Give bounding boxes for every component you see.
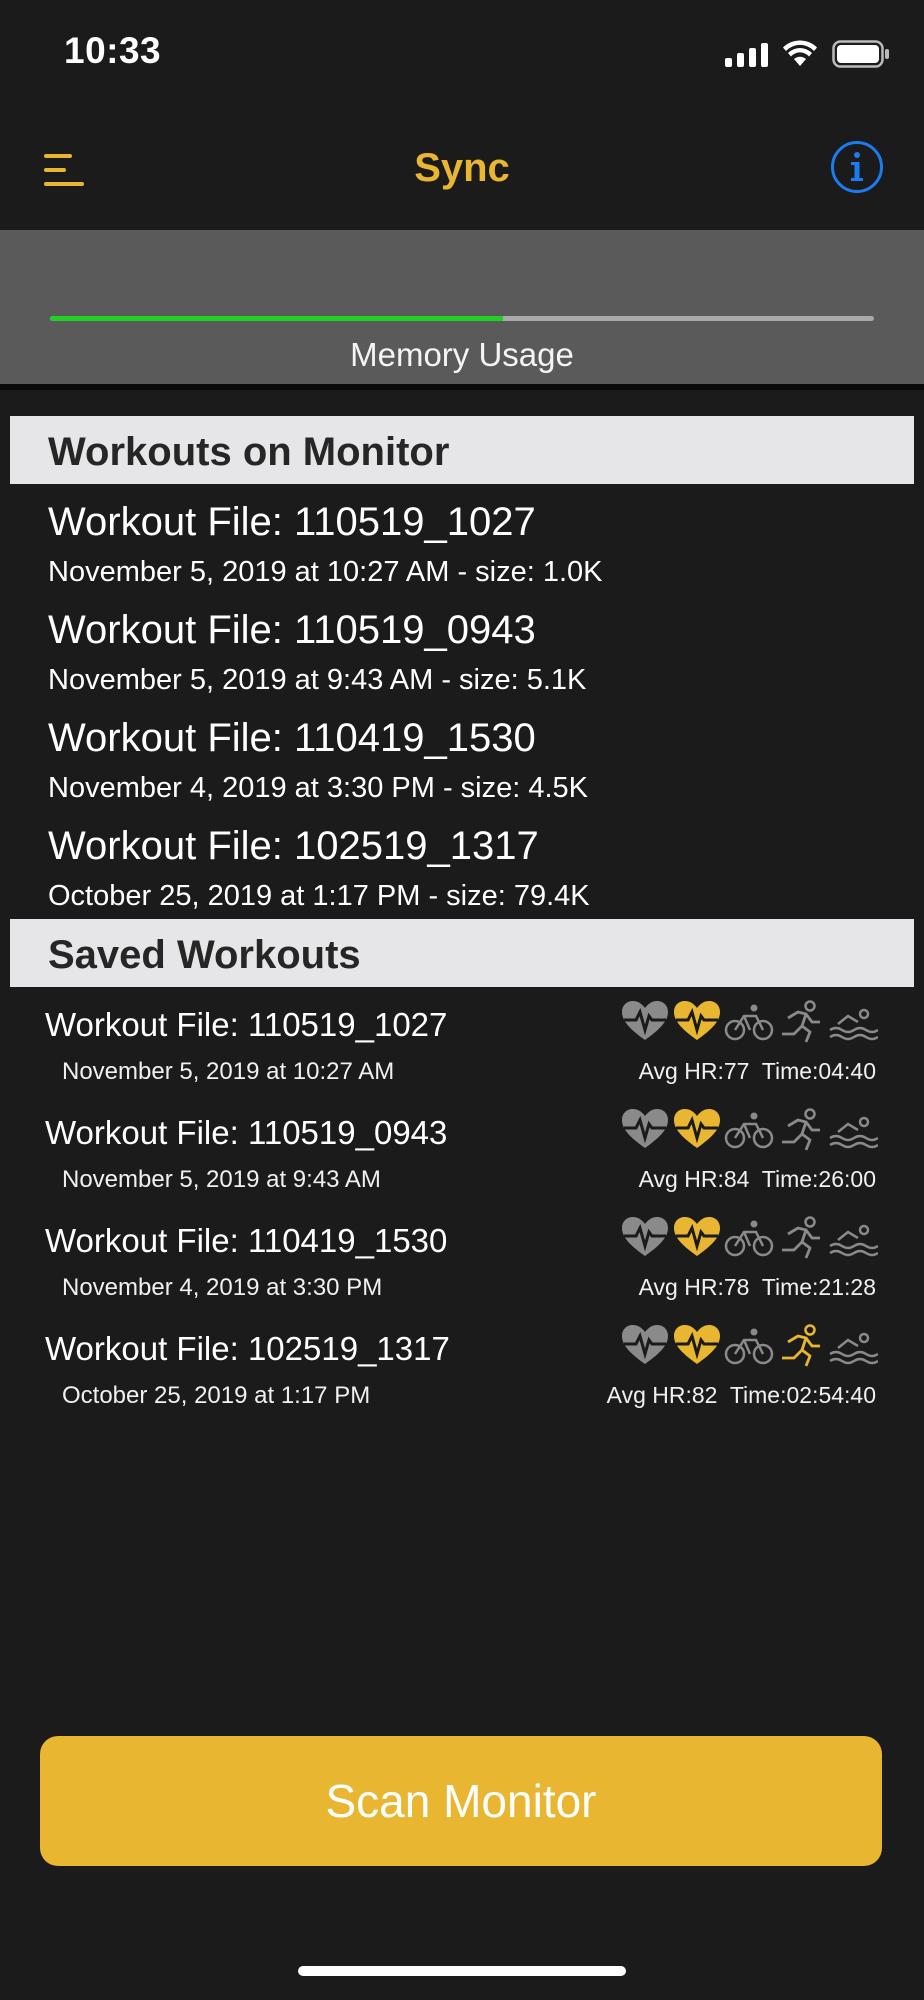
battery-icon xyxy=(832,40,889,68)
saved-workout-title: Workout File: 102519_1317 xyxy=(45,1330,450,1367)
status-bar: 10:33 xyxy=(0,0,924,110)
swim-icon xyxy=(828,1216,879,1260)
memory-usage-panel: Memory Usage xyxy=(0,230,924,390)
cellular-signal-icon xyxy=(725,41,768,67)
saved-workout-stats: Avg HR:84 Time:26:00 xyxy=(638,1166,876,1192)
swim-icon xyxy=(828,1324,879,1368)
heart-active-icon xyxy=(672,1324,722,1368)
saved-workout-item[interactable]: Workout File: 110419_1530 November 4, 20… xyxy=(0,1216,924,1324)
page-title: Sync xyxy=(414,146,510,190)
section-header-saved: Saved Workouts xyxy=(10,919,914,987)
memory-usage-bar xyxy=(50,316,874,321)
run-icon xyxy=(776,1000,826,1044)
memory-usage-label: Memory Usage xyxy=(350,336,574,373)
workout-file-subtitle: November 5, 2019 at 9:43 AM - size: 5.1K xyxy=(48,664,587,696)
heart-rate-icon xyxy=(620,1108,670,1152)
sport-icons xyxy=(620,1000,879,1044)
workout-file-title: Workout File: 110519_0943 xyxy=(48,608,536,652)
saved-workout-title: Workout File: 110519_1027 xyxy=(45,1006,448,1043)
bike-icon xyxy=(724,1108,774,1152)
saved-workout-stats: Avg HR:82 Time:02:54:40 xyxy=(606,1382,876,1408)
heart-rate-icon xyxy=(620,1216,670,1260)
home-indicator xyxy=(298,1966,626,1976)
saved-workout-date: October 25, 2019 at 1:17 PM xyxy=(62,1382,371,1409)
workout-file-subtitle: November 5, 2019 at 10:27 AM - size: 1.0… xyxy=(48,556,603,588)
heart-active-icon xyxy=(672,1000,722,1044)
saved-workout-title: Workout File: 110519_0943 xyxy=(45,1114,448,1151)
monitor-workout-item[interactable]: Workout File: 110519_0943 November 5, 20… xyxy=(0,608,924,716)
swim-icon xyxy=(828,1108,879,1152)
swim-icon xyxy=(828,1000,879,1044)
heart-rate-icon xyxy=(620,1324,670,1368)
monitor-workout-item[interactable]: Workout File: 110519_1027 November 5, 20… xyxy=(0,500,924,608)
wifi-icon xyxy=(783,40,817,66)
sport-icons xyxy=(620,1324,879,1368)
monitor-workout-item[interactable]: Workout File: 102519_1317 October 25, 20… xyxy=(0,824,924,932)
run-icon xyxy=(776,1216,826,1260)
status-icons xyxy=(725,40,890,68)
saved-workout-title: Workout File: 110419_1530 xyxy=(45,1222,448,1259)
run-icon xyxy=(776,1324,826,1368)
run-icon xyxy=(776,1108,826,1152)
section-header-monitor: Workouts on Monitor xyxy=(10,416,914,484)
saved-workout-item[interactable]: Workout File: 110519_1027 November 5, 20… xyxy=(0,1000,924,1108)
bike-icon xyxy=(724,1324,774,1368)
saved-workout-item[interactable]: Workout File: 110519_0943 November 5, 20… xyxy=(0,1108,924,1216)
bike-icon xyxy=(724,1000,774,1044)
status-time: 10:33 xyxy=(64,30,162,71)
nav-bar: Sync xyxy=(0,110,924,230)
info-circle-icon[interactable] xyxy=(830,140,884,194)
saved-workout-stats: Avg HR:78 Time:21:28 xyxy=(638,1274,876,1300)
saved-workout-date: November 4, 2019 at 3:30 PM xyxy=(62,1274,383,1301)
workout-file-title: Workout File: 110519_1027 xyxy=(48,500,536,544)
saved-workout-date: November 5, 2019 at 9:43 AM xyxy=(62,1166,381,1193)
sport-icons xyxy=(620,1216,879,1260)
workout-file-subtitle: October 25, 2019 at 1:17 PM - size: 79.4… xyxy=(48,880,590,912)
saved-workout-item[interactable]: Workout File: 102519_1317 October 25, 20… xyxy=(0,1324,924,1432)
saved-workout-date: November 5, 2019 at 10:27 AM xyxy=(62,1058,395,1085)
sport-icons xyxy=(620,1108,879,1152)
workout-file-title: Workout File: 102519_1317 xyxy=(48,824,539,868)
workout-file-subtitle: November 4, 2019 at 3:30 PM - size: 4.5K xyxy=(48,772,588,804)
heart-rate-icon xyxy=(620,1000,670,1044)
heart-active-icon xyxy=(672,1216,722,1260)
workout-file-title: Workout File: 110419_1530 xyxy=(48,716,536,760)
heart-active-icon xyxy=(672,1108,722,1152)
bike-icon xyxy=(724,1216,774,1260)
saved-workout-stats: Avg HR:77 Time:04:40 xyxy=(638,1058,876,1084)
scan-monitor-button[interactable]: Scan Monitor xyxy=(40,1736,882,1866)
monitor-workout-item[interactable]: Workout File: 110419_1530 November 4, 20… xyxy=(0,716,924,824)
memory-usage-fill xyxy=(50,316,504,321)
